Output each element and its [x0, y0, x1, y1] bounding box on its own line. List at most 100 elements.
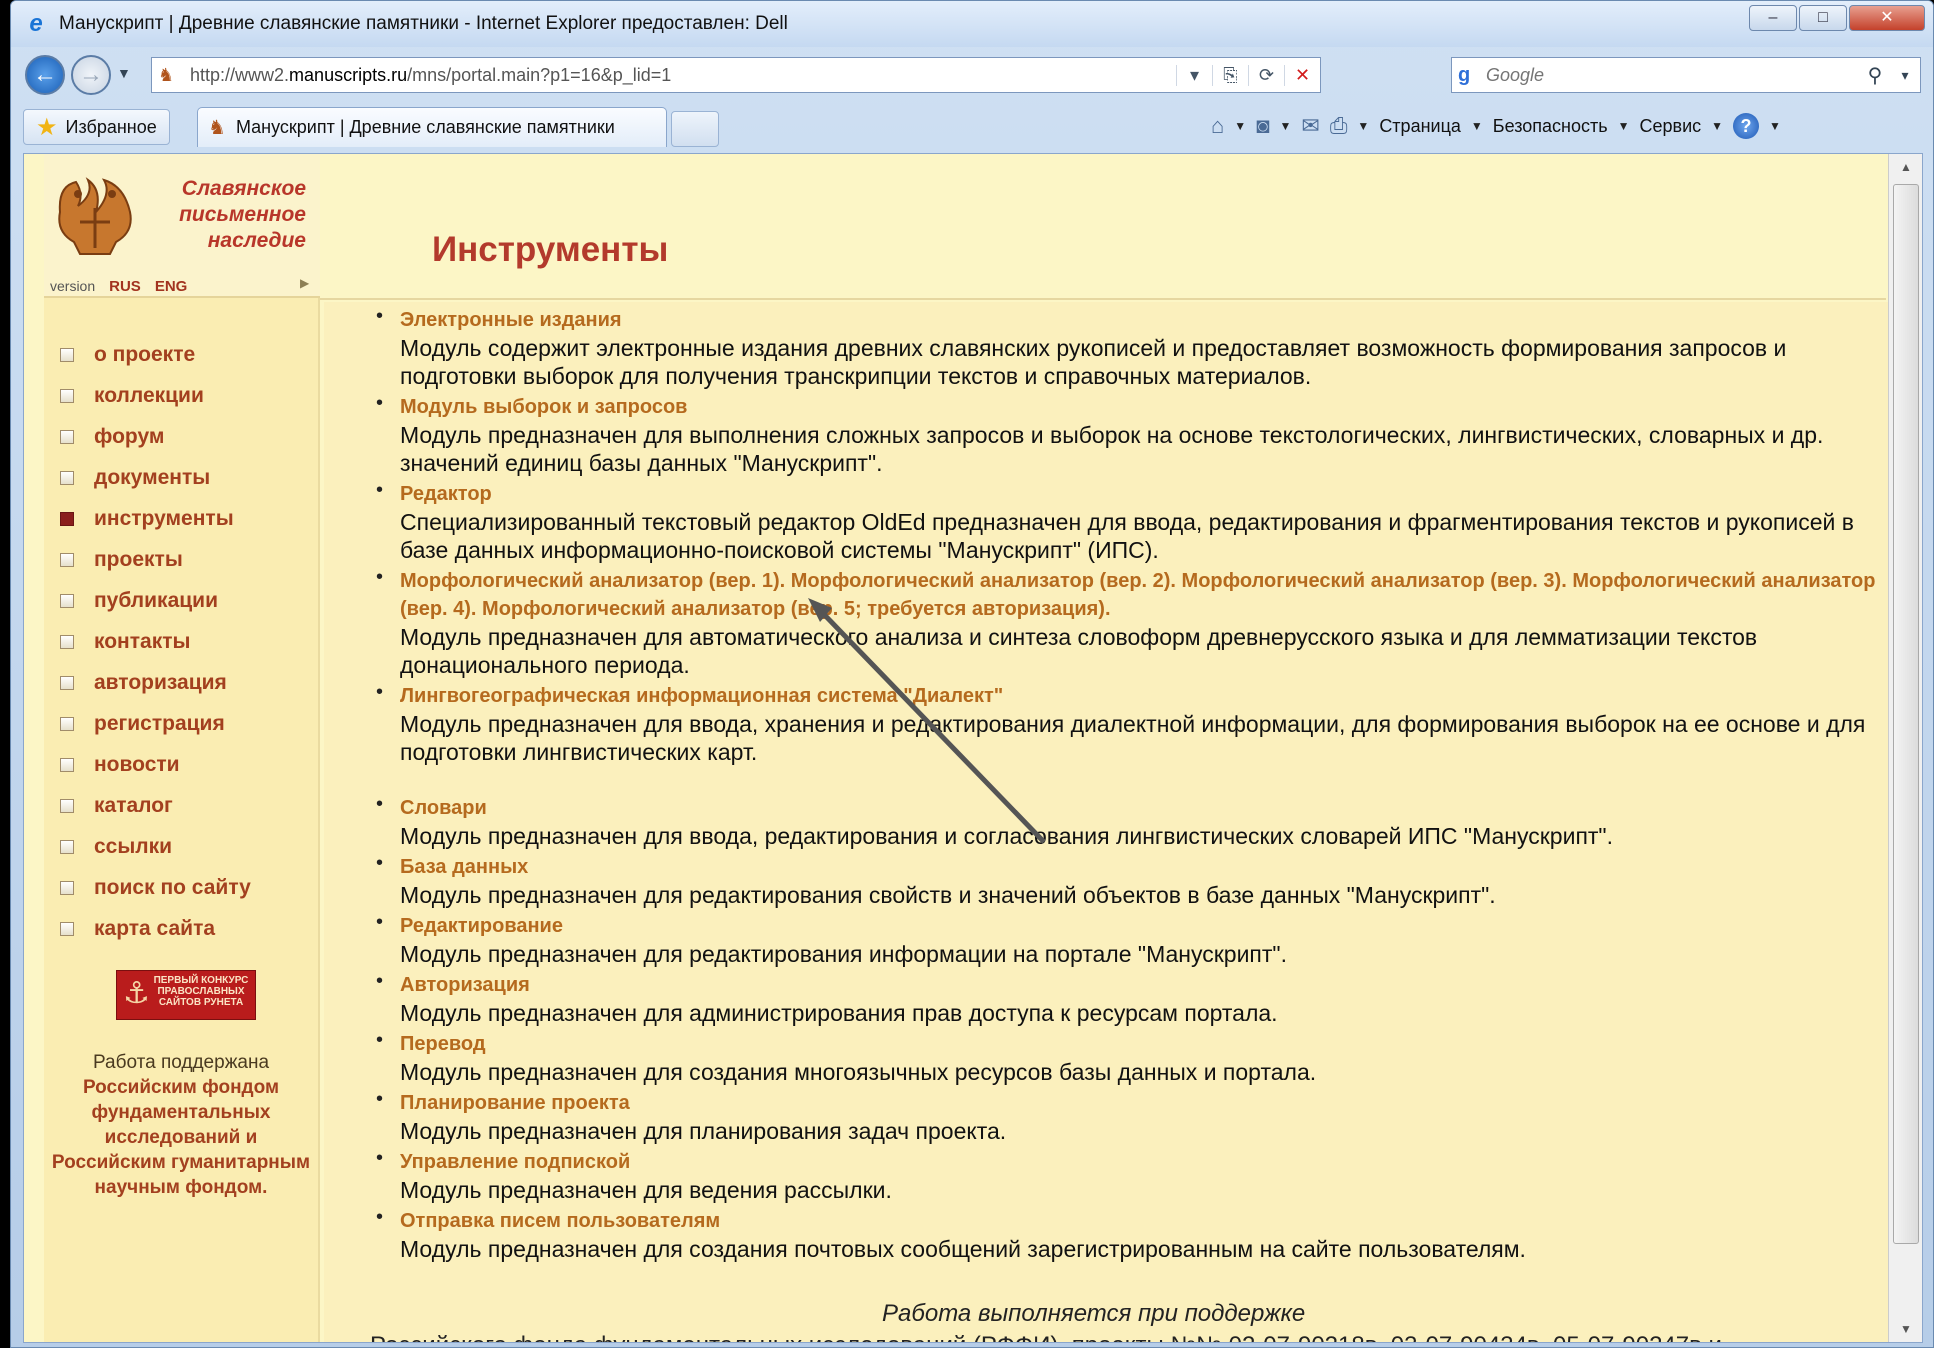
address-bar[interactable]: ♞ http://www2.manuscripts.ru/mns/portal.…: [151, 57, 1321, 93]
help-icon[interactable]: ?: [1733, 113, 1760, 139]
tool-link[interactable]: Редактор: [400, 480, 1880, 508]
new-tab-button[interactable]: [671, 111, 719, 147]
sidebar-item-projects[interactable]: проекты: [60, 539, 251, 580]
list-item: База данныхМодуль предназначен для редак…: [376, 852, 1880, 909]
lang-rus-link[interactable]: RUS: [109, 278, 141, 295]
support-foundations-link[interactable]: Российским фондом фундаментальных исслед…: [50, 1075, 312, 1200]
tool-description: Модуль предназначен для ввода, редактиро…: [400, 823, 1613, 849]
bullet-icon: [60, 470, 74, 485]
tool-link[interactable]: Перевод: [400, 1030, 1880, 1058]
search-dropdown-icon[interactable]: ▾: [1890, 67, 1920, 84]
bullet-icon: [60, 921, 74, 936]
page-menu[interactable]: Страница: [1379, 116, 1461, 137]
tool-link[interactable]: Редактирование: [400, 912, 1880, 940]
sidebar-menu: о проекте коллекции форум документы инст…: [60, 334, 251, 949]
active-bullet-icon: [60, 511, 74, 526]
sidebar-item-label: форум: [94, 424, 165, 448]
tool-link[interactable]: Электронные издания: [400, 306, 1880, 334]
close-button[interactable]: ✕: [1849, 5, 1925, 31]
tool-link[interactable]: Морфологический анализатор (вер. 1). Мор…: [400, 567, 1880, 623]
sidebar-item-about[interactable]: о проекте: [60, 334, 251, 375]
tool-description: Модуль предназначен для планирования зад…: [400, 1118, 1007, 1144]
tool-link[interactable]: Отправка писем пользователям: [400, 1207, 1880, 1235]
sidebar-item-links[interactable]: ссылки: [60, 826, 251, 867]
tool-link[interactable]: Модуль выборок и запросов: [400, 393, 1880, 421]
list-item: Модуль выборок и запросовМодуль предназн…: [376, 392, 1880, 477]
help-dropdown-icon[interactable]: ▼: [1769, 119, 1781, 133]
sidebar-item-label: инструменты: [94, 506, 234, 530]
site-favicon-icon: ♞: [158, 64, 175, 85]
address-dropdown-icon[interactable]: ▾: [1176, 64, 1212, 86]
stop-icon[interactable]: ✕: [1284, 64, 1320, 86]
print-icon[interactable]: ⎙: [1330, 113, 1348, 139]
tool-description: Модуль предназначен для создания многояз…: [400, 1059, 1317, 1085]
contest-badge[interactable]: ⚓ ПЕРВЫЙ КОНКУРС ПРАВОСЛАВНЫХ САЙТОВ РУН…: [116, 970, 256, 1020]
tool-link[interactable]: Словари: [400, 794, 1880, 822]
tool-link[interactable]: База данных: [400, 853, 1880, 881]
footer-grants-text: Российского фонда фундаментальных исслед…: [370, 1332, 1722, 1342]
bullet-icon: [60, 839, 74, 854]
scroll-thumb[interactable]: [1893, 184, 1919, 1244]
search-icon[interactable]: ⚲: [1860, 63, 1890, 88]
url-path: /mns/portal.main?p1=16&p_lid=1: [407, 64, 672, 85]
print-dropdown-icon[interactable]: ▼: [1357, 119, 1369, 133]
tool-link[interactable]: Авторизация: [400, 971, 1880, 999]
tool-description: Модуль предназначен для выполнения сложн…: [400, 422, 1824, 476]
service-menu[interactable]: Сервис: [1640, 116, 1702, 137]
security-menu[interactable]: Безопасность: [1493, 116, 1608, 137]
sidebar-item-site-search[interactable]: поиск по сайту: [60, 867, 251, 908]
collapse-arrow-icon[interactable]: ▶: [300, 276, 309, 290]
search-box[interactable]: g ⚲ ▾: [1451, 57, 1921, 93]
bullet-icon: [60, 593, 74, 608]
service-menu-dropdown-icon[interactable]: ▼: [1711, 119, 1723, 133]
sidebar-item-documents[interactable]: документы: [60, 457, 251, 498]
list-item: Электронные изданияМодуль содержит элект…: [376, 305, 1880, 390]
minimize-button[interactable]: –: [1749, 5, 1797, 31]
compatibility-view-icon[interactable]: ⎘: [1212, 64, 1248, 86]
history-dropdown-icon[interactable]: ▼: [117, 65, 131, 81]
vertical-scrollbar[interactable]: ▲ ▼: [1888, 154, 1922, 1342]
back-button[interactable]: ←: [25, 55, 65, 95]
tool-description: Модуль предназначен для редактирования и…: [400, 941, 1287, 967]
sidebar-item-login[interactable]: авторизация: [60, 662, 251, 703]
sidebar-item-forum[interactable]: форум: [60, 416, 251, 457]
feeds-icon[interactable]: ◙: [1256, 113, 1269, 139]
security-menu-dropdown-icon[interactable]: ▼: [1618, 119, 1630, 133]
favorites-button[interactable]: ★ Избранное: [23, 109, 170, 145]
sidebar-item-publications[interactable]: публикации: [60, 580, 251, 621]
sidebar-item-collections[interactable]: коллекции: [60, 375, 251, 416]
tool-link[interactable]: Планирование проекта: [400, 1089, 1880, 1117]
home-dropdown-icon[interactable]: ▼: [1234, 119, 1246, 133]
site-logo-icon[interactable]: [50, 172, 140, 258]
command-bar: ⌂ ▼ ◙ ▼ ✉ ⎙ ▼ Страница ▼ Безопасность ▼ Серви…: [1211, 113, 1781, 139]
tab-manuscript[interactable]: ♞ Манускрипт | Древние славянские памятн…: [197, 107, 667, 147]
search-input[interactable]: [1486, 64, 1860, 86]
sidebar-item-label: авторизация: [94, 670, 227, 694]
home-icon[interactable]: ⌂: [1211, 113, 1224, 139]
url-text[interactable]: http://www2.manuscripts.ru/mns/portal.ma…: [190, 65, 1176, 86]
sidebar-item-register[interactable]: регистрация: [60, 703, 251, 744]
sidebar-item-catalog[interactable]: каталог: [60, 785, 251, 826]
mail-icon[interactable]: ✉: [1301, 113, 1319, 139]
star-icon: ★: [36, 113, 58, 141]
feeds-dropdown-icon[interactable]: ▼: [1279, 119, 1291, 133]
maximize-button[interactable]: □: [1799, 5, 1847, 31]
scroll-up-icon[interactable]: ▲: [1889, 160, 1922, 174]
sidebar-item-news[interactable]: новости: [60, 744, 251, 785]
site-name[interactable]: Славянское письменное наследие: [179, 176, 306, 254]
tool-link[interactable]: Управление подпиской: [400, 1148, 1880, 1176]
list-item: Лингвогеографическая информационная сист…: [376, 681, 1880, 766]
sidebar-item-tools[interactable]: инструменты: [60, 498, 251, 539]
sidebar-item-label: карта сайта: [94, 916, 216, 940]
lang-eng-link[interactable]: ENG: [155, 278, 188, 295]
url-prefix: http://www2.: [190, 64, 290, 85]
tool-link[interactable]: Лингвогеографическая информационная сист…: [400, 682, 1880, 710]
scroll-down-icon[interactable]: ▼: [1889, 1322, 1922, 1336]
sidebar-item-label: документы: [94, 465, 211, 489]
favorites-label: Избранное: [65, 116, 157, 137]
refresh-icon[interactable]: ⟳: [1248, 64, 1284, 86]
sidebar-item-sitemap[interactable]: карта сайта: [60, 908, 251, 949]
forward-button[interactable]: →: [71, 55, 111, 95]
sidebar-item-contacts[interactable]: контакты: [60, 621, 251, 662]
page-menu-dropdown-icon[interactable]: ▼: [1471, 119, 1483, 133]
